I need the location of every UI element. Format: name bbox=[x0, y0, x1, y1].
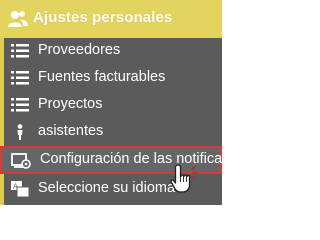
settings-menu-panel: Ajustes personales Proveedores Fuentes f… bbox=[0, 0, 222, 205]
menu-item-fuentes-facturables[interactable]: Fuentes facturables bbox=[4, 65, 222, 91]
person-icon bbox=[11, 124, 29, 140]
hand-pointer-cursor-icon bbox=[168, 163, 200, 195]
menu-item-asistentes[interactable]: asistentes bbox=[4, 119, 222, 145]
menu-header-ajustes-personales[interactable]: Ajustes personales bbox=[0, 0, 222, 38]
users-icon bbox=[7, 9, 29, 29]
menu-item-proyectos[interactable]: Proyectos bbox=[4, 92, 222, 118]
notification-settings-icon bbox=[11, 152, 31, 169]
language-icon: A bbox=[11, 181, 30, 198]
list-icon bbox=[11, 70, 29, 86]
svg-text:A: A bbox=[13, 183, 18, 191]
menu-header-title: Ajustes personales bbox=[33, 9, 173, 26]
list-icon bbox=[11, 97, 29, 113]
menu-item-label: asistentes bbox=[38, 123, 104, 139]
menu-item-label: Seleccione su idioma bbox=[38, 180, 176, 196]
menu-item-label: Fuentes facturables bbox=[38, 69, 166, 85]
menu-item-label: Proveedores bbox=[38, 42, 121, 58]
list-icon bbox=[11, 43, 29, 59]
menu-item-proveedores[interactable]: Proveedores bbox=[4, 38, 222, 64]
menu-item-label: Proyectos bbox=[38, 96, 103, 112]
